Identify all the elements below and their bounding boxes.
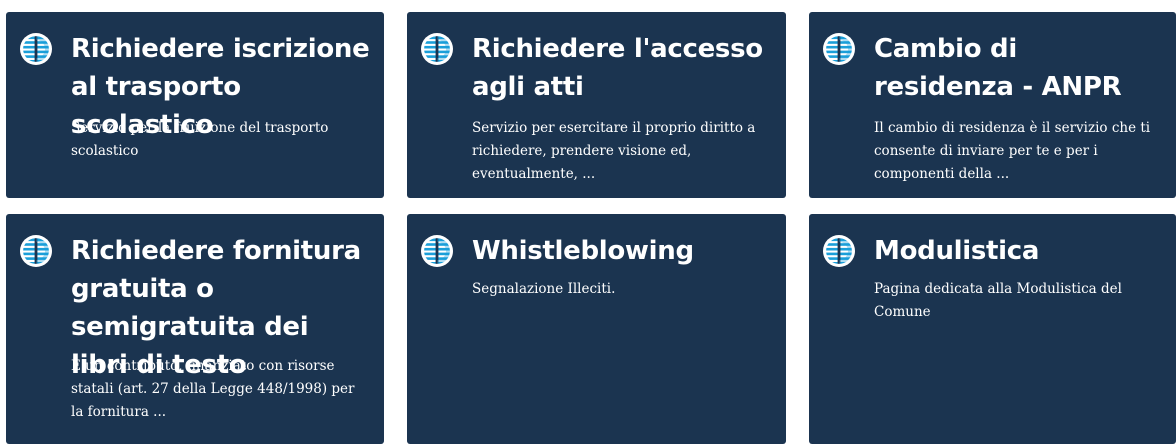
service-card-title[interactable]: Modulistica [874,232,1162,270]
service-globe-icon [420,32,454,66]
service-card-modulistica[interactable]: Modulistica Pagina dedicata alla Modulis… [809,214,1176,444]
service-card-libri-di-testo[interactable]: Richiedere fornitura gratuita o semigrat… [6,214,384,444]
service-card-title[interactable]: Cambio di residenza - ANPR [874,30,1162,106]
service-card-trasporto-scolastico[interactable]: Richiedere iscrizione al trasporto scola… [6,12,384,198]
service-card-accesso-atti[interactable]: Richiedere l'accesso agli atti Servizio … [407,12,786,198]
service-card-description: Servizio per esercitare il proprio dirit… [472,120,756,182]
service-card-description: È un contributo, finanziato con risorse … [71,358,355,420]
service-card-description: Pagina dedicata alla Modulistica del Com… [874,281,1122,320]
service-card-cambio-residenza[interactable]: Cambio di residenza - ANPR Il cambio di … [809,12,1176,198]
service-card-description: Segnalazione Illeciti. [472,281,616,297]
service-globe-icon [822,32,856,66]
service-card-description: Servizio per la fruizione del trasporto … [71,120,329,159]
service-card-whistleblowing[interactable]: Whistleblowing Segnalazione Illeciti. [407,214,786,444]
service-card-description: Il cambio di residenza è il servizio che… [874,120,1151,182]
service-card-title[interactable]: Richiedere l'accesso agli atti [472,30,772,106]
services-grid: Richiedere iscrizione al trasporto scola… [0,0,1176,444]
service-globe-icon [19,234,53,268]
service-globe-icon [420,234,454,268]
service-globe-icon [19,32,53,66]
service-globe-icon [822,234,856,268]
service-card-title[interactable]: Whistleblowing [472,232,772,270]
